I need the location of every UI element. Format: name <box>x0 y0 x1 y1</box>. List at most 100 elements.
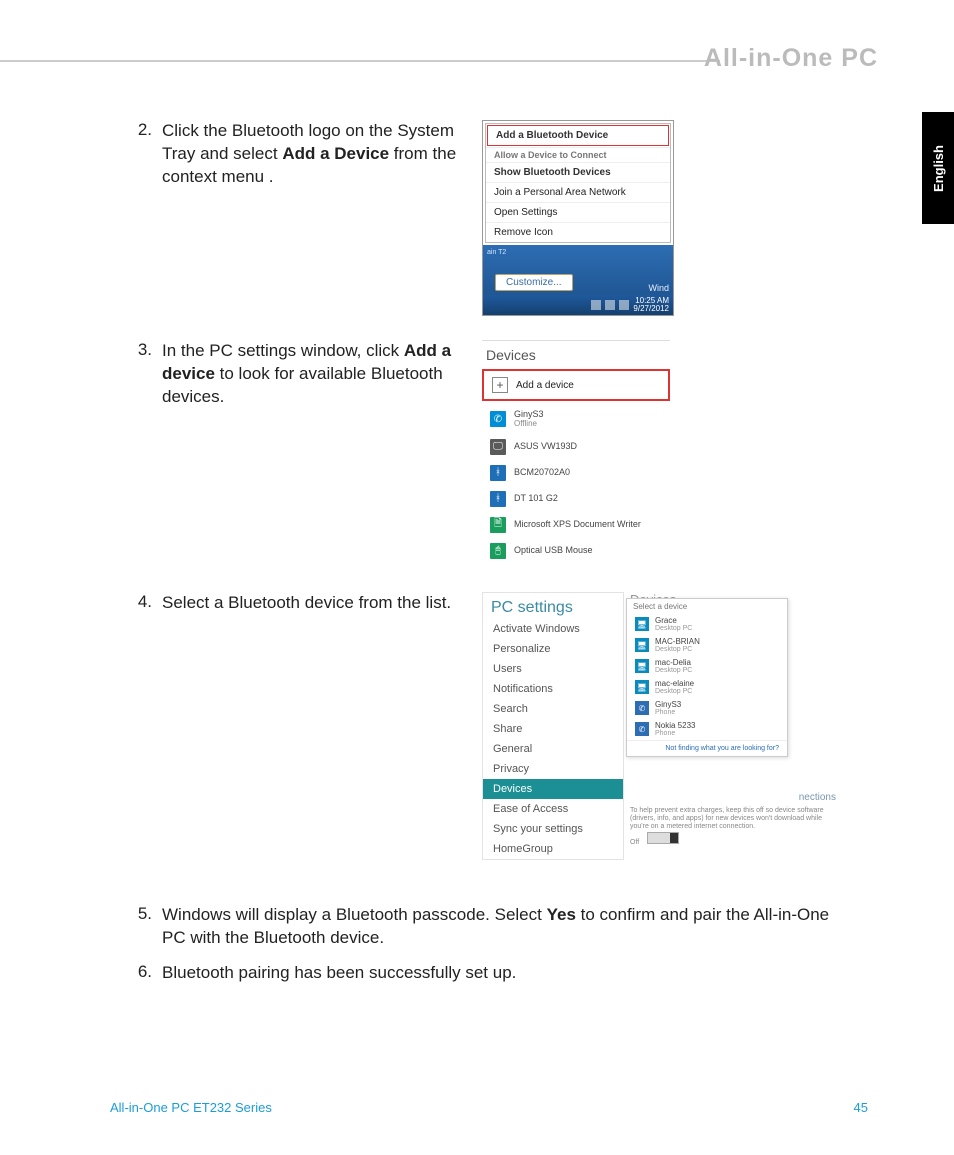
taskbar: 10:25 AM 9/27/2012 <box>483 295 673 315</box>
system-tray-area: ain T2 Customize... Wind 10:25 AM 9/27/2… <box>483 245 673 315</box>
pc-settings-right-panel: Devices Select a device 🖥GraceDesktop PC… <box>630 592 830 860</box>
menu-item-join-pan[interactable]: Join a Personal Area Network <box>486 182 670 202</box>
device-sublabel: Desktop PC <box>655 625 692 632</box>
footer-page-number: 45 <box>854 1100 868 1115</box>
sidebar-item[interactable]: Sync your settings <box>483 819 623 839</box>
device-icon: ✆ <box>490 411 506 427</box>
step-text: Select a Bluetooth device from the list. <box>162 592 462 615</box>
pc-settings-title: PC settings <box>483 593 623 619</box>
device-label: Microsoft XPS Document Writer <box>514 520 641 530</box>
content-area: 2. Click the Bluetooth logo on the Syste… <box>118 120 878 997</box>
device-label: DT 101 G2 <box>514 494 558 504</box>
step-2: 2. Click the Bluetooth logo on the Syste… <box>118 120 878 316</box>
metered-description: To help prevent extra charges, keep this… <box>630 807 830 848</box>
picker-device-row[interactable]: ✆ GinyS3Phone <box>627 698 787 719</box>
customize-button[interactable]: Customize... <box>495 274 573 291</box>
sidebar-item[interactable]: Notifications <box>483 679 623 699</box>
picker-device-row[interactable]: 🖥 MAC-BRIANDesktop PC <box>627 635 787 656</box>
picker-device-row[interactable]: 🖥GraceDesktop PC <box>627 614 787 635</box>
step-4: 4. Select a Bluetooth device from the li… <box>118 592 878 860</box>
obscured-text: nections <box>799 792 836 803</box>
menu-item-show-devices[interactable]: Show Bluetooth Devices <box>486 162 670 182</box>
figure-devices-list: Devices + Add a device ✆ GinyS3Offline 🖵 AS… <box>482 340 670 564</box>
sidebar-item[interactable]: Search <box>483 699 623 719</box>
sidebar-item[interactable]: HomeGroup <box>483 839 623 859</box>
sidebar-item[interactable]: Personalize <box>483 639 623 659</box>
pc-settings-sidebar: PC settings Activate WindowsPersonalizeU… <box>482 592 624 860</box>
plus-icon: + <box>492 377 508 393</box>
metered-off-label: Off <box>630 839 639 846</box>
device-row[interactable]: ᚼ BCM20702A0 <box>482 460 670 486</box>
device-label: BCM20702A0 <box>514 468 570 478</box>
language-tab: English <box>922 112 954 224</box>
device-icon: ✆ <box>635 722 649 736</box>
step-number: 4. <box>118 592 162 860</box>
device-label: GinyS3Offline <box>514 410 544 429</box>
page-header: All-in-One PC <box>0 46 954 76</box>
device-sublabel: Desktop PC <box>655 667 692 674</box>
device-row[interactable]: ✆ GinyS3Offline <box>482 405 670 434</box>
menu-item-allow-device: Allow a Device to Connect <box>486 147 670 162</box>
popup-footer-link[interactable]: Not finding what you are looking for? <box>627 740 787 756</box>
device-label: Optical USB Mouse <box>514 546 593 556</box>
tray-icon[interactable] <box>605 300 615 310</box>
sidebar-item[interactable]: Users <box>483 659 623 679</box>
header-rule <box>0 60 720 62</box>
sidebar-item[interactable]: Activate Windows <box>483 619 623 639</box>
device-label: GinyS3Phone <box>655 701 681 716</box>
add-device-label: Add a device <box>516 380 574 391</box>
sidebar-item[interactable]: Ease of Access <box>483 799 623 819</box>
device-row[interactable]: ᚼ DT 101 G2 <box>482 486 670 512</box>
picker-device-row[interactable]: 🖥 mac-DeliaDesktop PC <box>627 656 787 677</box>
device-icon: 🖵 <box>490 439 506 455</box>
device-label: ASUS VW193D <box>514 442 577 452</box>
step-number: 6. <box>118 962 162 985</box>
step-text: Windows will display a Bluetooth passcod… <box>162 904 842 950</box>
device-icon: 🖰 <box>490 543 506 559</box>
device-sublabel: Phone <box>655 730 695 737</box>
menu-item-add-bluetooth-device[interactable]: Add a Bluetooth Device <box>488 126 668 145</box>
background-text: Wind <box>648 283 669 293</box>
device-label: mac-DeliaDesktop PC <box>655 659 692 674</box>
device-icon: 🖥 <box>635 638 649 652</box>
picker-device-row[interactable]: ✆ Nokia 5233Phone <box>627 719 787 740</box>
device-label: MAC-BRIANDesktop PC <box>655 638 700 653</box>
device-row[interactable]: 🖵 ASUS VW193D <box>482 434 670 460</box>
device-row[interactable]: 🖰 Optical USB Mouse <box>482 538 670 564</box>
metered-toggle[interactable] <box>647 832 679 844</box>
device-row[interactable]: 🗎 Microsoft XPS Document Writer <box>482 512 670 538</box>
device-label: Nokia 5233Phone <box>655 722 695 737</box>
device-icon: ᚼ <box>490 465 506 481</box>
sidebar-item[interactable]: General <box>483 739 623 759</box>
picker-device-row[interactable]: 🖥 mac-elaineDesktop PC <box>627 677 787 698</box>
device-icon: ✆ <box>635 701 649 715</box>
tray-label: ain T2 <box>487 249 506 256</box>
menu-item-open-settings[interactable]: Open Settings <box>486 202 670 222</box>
language-tab-label: English <box>931 145 946 192</box>
tray-icon[interactable] <box>591 300 601 310</box>
step-text: Click the Bluetooth logo on the System T… <box>162 120 462 189</box>
page-footer: All-in-One PC ET232 Series 45 <box>110 1100 868 1115</box>
tray-icon[interactable] <box>619 300 629 310</box>
step-number: 2. <box>118 120 162 316</box>
device-icon: 🖥 <box>635 659 649 673</box>
device-label: mac-elaineDesktop PC <box>655 680 694 695</box>
device-icon: 🗎 <box>490 517 506 533</box>
device-sublabel: Desktop PC <box>655 646 700 653</box>
add-device-row[interactable]: + Add a device <box>482 369 670 401</box>
sidebar-item[interactable]: Privacy <box>483 759 623 779</box>
step-number: 3. <box>118 340 162 564</box>
device-icon: 🖥 <box>635 680 649 694</box>
taskbar-clock: 10:25 AM 9/27/2012 <box>633 297 669 313</box>
device-sublabel: Offline <box>514 420 544 429</box>
device-icon: 🖥 <box>635 617 649 631</box>
sidebar-item[interactable]: Devices <box>483 779 623 799</box>
device-sublabel: Phone <box>655 709 681 716</box>
step-number: 5. <box>118 904 162 950</box>
device-icon: ᚼ <box>490 491 506 507</box>
footer-series: All-in-One PC ET232 Series <box>110 1100 272 1115</box>
step-text: Bluetooth pairing has been successfully … <box>162 962 842 985</box>
sidebar-item[interactable]: Share <box>483 719 623 739</box>
menu-item-remove-icon[interactable]: Remove Icon <box>486 222 670 242</box>
devices-header: Devices <box>482 341 670 367</box>
